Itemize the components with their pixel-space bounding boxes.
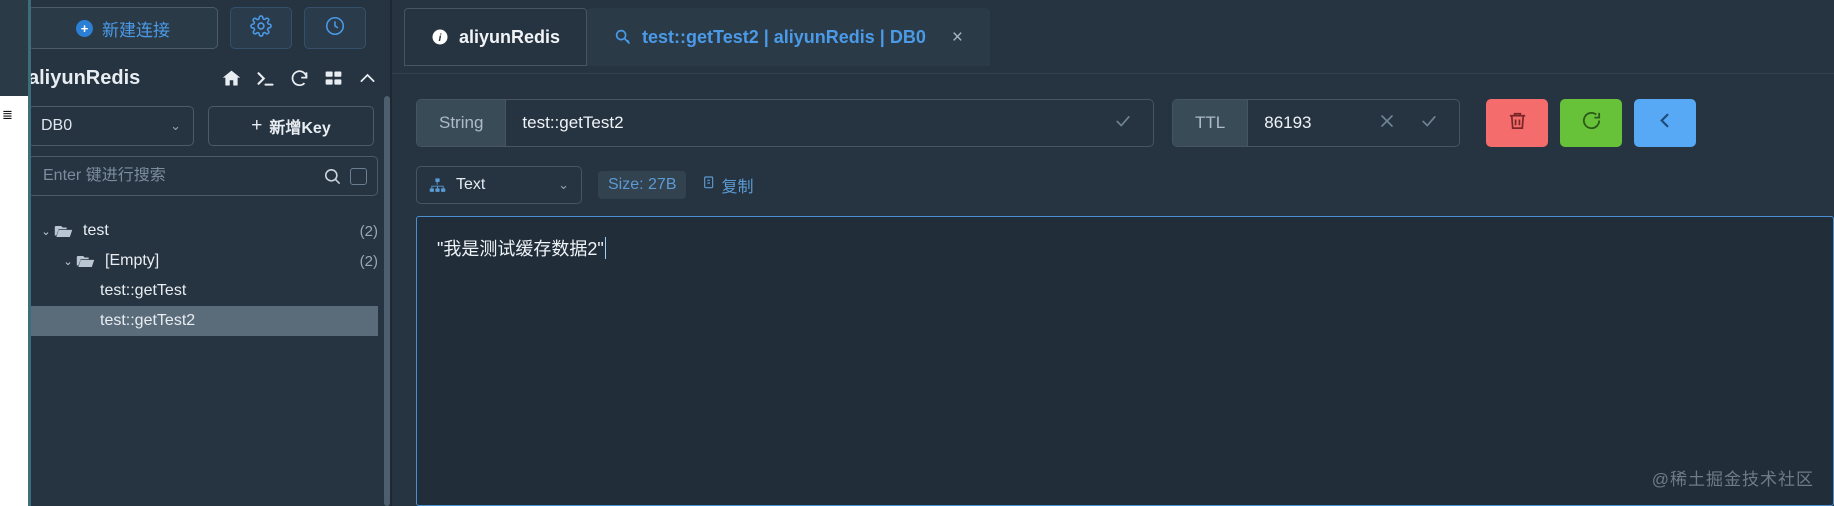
close-icon[interactable] <box>1377 111 1397 136</box>
collapse-icon[interactable] <box>357 68 378 89</box>
value-editor-content: "我是测试缓存数据2" <box>437 239 604 259</box>
ttl-input-actions <box>1357 100 1459 146</box>
key-input-group: String test::getTest2 <box>416 99 1154 147</box>
copy-label: 复制 <box>721 179 754 196</box>
grid-icon[interactable] <box>323 68 344 89</box>
key-name-value[interactable]: test::getTest2 <box>506 100 1093 146</box>
chevron-down-icon: ⌄ <box>170 118 181 133</box>
copy-icon <box>702 175 718 196</box>
add-key-label: 新增Key <box>269 120 331 137</box>
copy-button[interactable]: 复制 <box>702 173 754 197</box>
add-key-button[interactable]: + 新增Key <box>208 106 374 146</box>
format-select-value: Text <box>456 176 486 193</box>
tree-structure-icon <box>429 177 446 194</box>
refresh-key-button[interactable] <box>1560 99 1622 147</box>
size-badge: Size: 27B <box>598 171 687 199</box>
search-box <box>28 156 378 196</box>
tree-item-label: test <box>83 222 109 239</box>
settings-button[interactable] <box>230 7 292 49</box>
search-input[interactable] <box>43 167 323 185</box>
key-input-actions <box>1093 100 1153 146</box>
plus-icon: + <box>251 115 263 136</box>
tab-close-icon[interactable]: × <box>952 28 963 47</box>
search-option-checkbox[interactable] <box>350 167 367 185</box>
refresh-icon[interactable] <box>289 68 310 89</box>
text-caret <box>604 237 606 259</box>
gear-icon <box>250 14 272 42</box>
tree-item-test[interactable]: ⌄ test (2) <box>28 216 378 246</box>
connection-name: aliyunRedis <box>28 66 141 89</box>
new-connection-button[interactable]: + 新建连接 <box>28 7 218 49</box>
window-left-edge: ≣ <box>0 0 28 506</box>
redis-client-window: ≣ + 新建连接 aliyunRedis DB0 ⌄ + 新增Key Enter… <box>0 0 1834 506</box>
key-tree: ⌄ test (2) ⌄ [Empty] (2) test::getTest t… <box>28 216 390 506</box>
tree-item-label: test::getTest2 <box>100 312 196 329</box>
chevron-down-icon: ⌄ <box>558 177 569 192</box>
tab-aliyunRedis[interactable]: i aliyunRedis <box>404 8 588 66</box>
window-edge-dark <box>0 0 28 96</box>
tree-item-count: (2) <box>359 252 378 270</box>
tree-item-empty[interactable]: ⌄ [Empty] (2) <box>28 246 378 276</box>
search-icon[interactable] <box>323 167 342 186</box>
tree-item-count: (2) <box>359 222 378 240</box>
folder-icon <box>54 222 76 241</box>
key-search-icon <box>614 28 632 46</box>
plus-icon: + <box>76 19 93 37</box>
more-actions-button[interactable] <box>1634 99 1696 147</box>
clock-icon <box>324 15 346 42</box>
sidebar-toolbar: + 新建连接 <box>28 0 390 56</box>
sidebar: + 新建连接 aliyunRedis DB0 ⌄ + 新增Key Enter 键… <box>28 0 390 506</box>
tab-bar: i aliyunRedis test::getTest2 | aliyunRed… <box>392 0 1834 74</box>
refresh-icon <box>1580 109 1603 137</box>
database-select[interactable]: DB0 ⌄ <box>28 106 194 146</box>
chevron-down-icon[interactable]: ⌄ <box>38 225 54 238</box>
tree-item-key-getTest2[interactable]: test::getTest2 <box>28 306 378 336</box>
check-icon[interactable] <box>1419 111 1439 136</box>
chevron-left-icon <box>1654 109 1677 137</box>
ttl-value[interactable]: 86193 <box>1248 100 1357 146</box>
terminal-icon[interactable] <box>255 68 276 89</box>
sidebar-accent-bar <box>28 0 31 506</box>
database-select-value: DB0 <box>41 117 73 134</box>
ttl-input-group: TTL 86193 <box>1172 99 1460 147</box>
info-icon: i <box>431 28 449 46</box>
value-editor[interactable]: "我是测试缓存数据2" <box>416 216 1834 506</box>
folder-icon <box>76 252 98 271</box>
delete-key-button[interactable] <box>1486 99 1548 147</box>
connection-header: aliyunRedis <box>28 56 390 100</box>
history-button[interactable] <box>304 7 366 49</box>
key-action-buttons <box>1486 99 1696 147</box>
window-edge-glyph: ≣ <box>2 107 13 122</box>
main-panel: i aliyunRedis test::getTest2 | aliyunRed… <box>392 0 1834 506</box>
key-header-row: String test::getTest2 TTL 86193 <box>392 74 1834 150</box>
ttl-label: TTL <box>1173 100 1249 146</box>
tree-item-label: [Empty] <box>105 252 160 269</box>
check-icon[interactable] <box>1113 111 1133 136</box>
viewer-toolbar: Text ⌄ Size: 27B 复制 <box>392 150 1834 206</box>
database-row: DB0 ⌄ + 新增Key <box>28 100 390 152</box>
tab-label: aliyunRedis <box>459 26 561 47</box>
connection-actions <box>221 68 378 89</box>
format-select[interactable]: Text ⌄ <box>416 166 582 204</box>
tab-key-getTest2[interactable]: test::getTest2 | aliyunRedis | DB0 × <box>587 8 990 66</box>
tab-label: test::getTest2 | aliyunRedis | DB0 <box>642 26 926 47</box>
tree-item-label: test::getTest <box>100 282 187 299</box>
chevron-down-icon[interactable]: ⌄ <box>60 255 76 268</box>
search-row <box>28 152 390 200</box>
trash-icon <box>1506 109 1529 137</box>
key-type-label: String <box>417 100 507 146</box>
tree-item-key-getTest[interactable]: test::getTest <box>28 276 378 306</box>
new-connection-label: 新建连接 <box>102 20 170 40</box>
home-icon[interactable] <box>221 68 242 89</box>
